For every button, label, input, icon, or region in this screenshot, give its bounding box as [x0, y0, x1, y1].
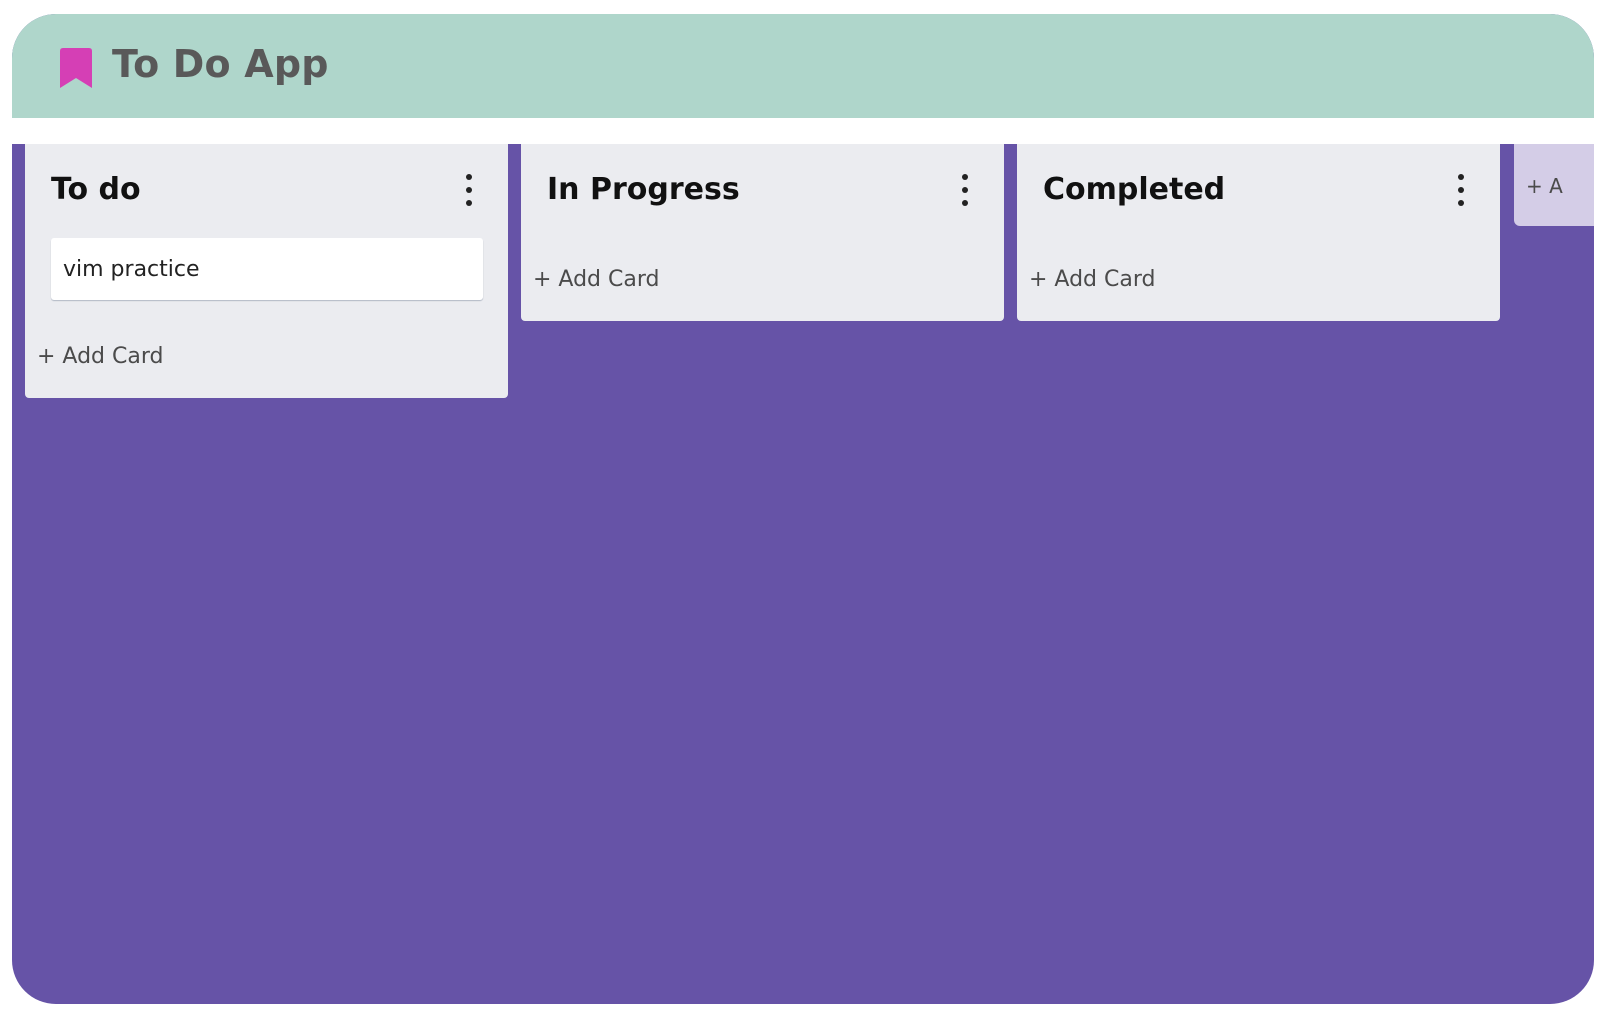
app-header: To Do App — [12, 14, 1594, 118]
app-title: To Do App — [112, 42, 329, 86]
list-to-do: To do vim practice + Add Card — [25, 144, 508, 398]
list-title: To do — [51, 172, 141, 207]
bookmark-icon — [60, 48, 92, 88]
add-card-button[interactable]: + Add Card — [533, 267, 659, 292]
more-vertical-icon[interactable] — [462, 174, 476, 206]
add-card-button[interactable]: + Add Card — [1029, 267, 1155, 292]
more-vertical-icon[interactable] — [958, 174, 972, 206]
list-completed: Completed + Add Card — [1017, 144, 1500, 321]
app-window: To Do App To do vim practice + Add Card … — [12, 14, 1594, 1004]
list-title: Completed — [1043, 172, 1226, 207]
add-list-button[interactable]: + A — [1514, 144, 1594, 226]
board: To do vim practice + Add Card In Progres… — [12, 144, 1594, 1004]
add-card-button[interactable]: + Add Card — [37, 344, 163, 369]
header-divider — [12, 118, 1594, 144]
list-title: In Progress — [547, 172, 740, 207]
more-vertical-icon[interactable] — [1454, 174, 1468, 206]
list-in-progress: In Progress + Add Card — [521, 144, 1004, 321]
card-item[interactable]: vim practice — [51, 238, 483, 300]
